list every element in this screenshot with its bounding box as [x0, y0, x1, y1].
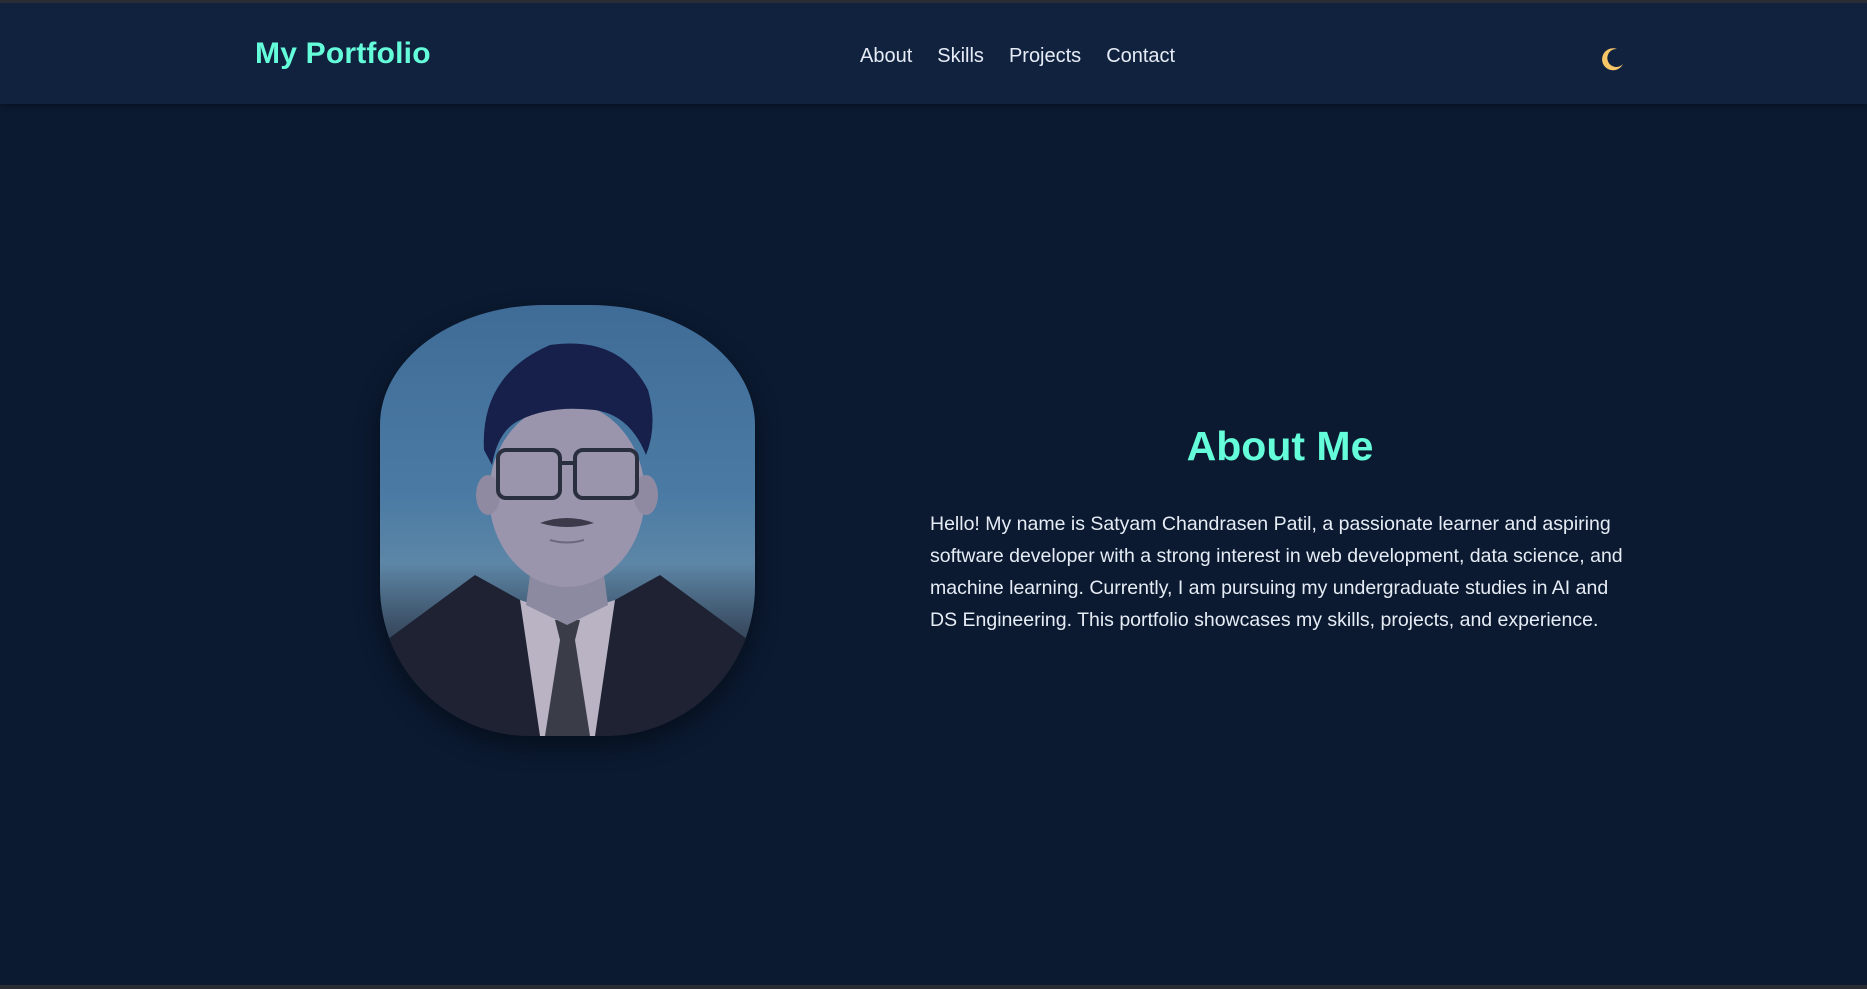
brand-logo[interactable]: My Portfolio — [255, 37, 431, 71]
nav-links: About Skills Projects Contact — [860, 45, 1175, 68]
about-text: Hello! My name is Satyam Chandrasen Pati… — [930, 513, 1623, 631]
navbar: My Portfolio About Skills Projects Conta… — [0, 3, 1867, 104]
nav-link-about[interactable]: About — [860, 45, 912, 68]
moon-icon — [1602, 48, 1623, 71]
page: My Portfolio About Skills Projects Conta… — [0, 3, 1867, 985]
window-bottom-edge — [0, 985, 1867, 989]
nav-link-skills[interactable]: Skills — [937, 45, 984, 68]
about-title: About Me — [1186, 423, 1374, 469]
nav-link-contact[interactable]: Contact — [1106, 45, 1175, 68]
theme-toggle-button[interactable] — [1599, 45, 1627, 73]
nav-link-projects[interactable]: Projects — [1009, 45, 1081, 68]
profile-photo — [380, 305, 755, 736]
